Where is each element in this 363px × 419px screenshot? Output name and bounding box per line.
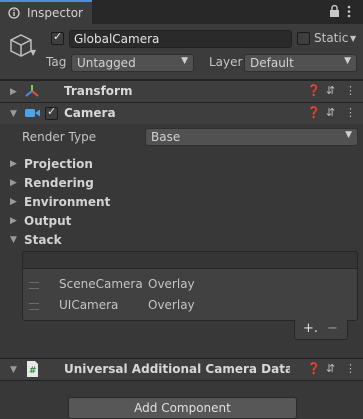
layer-label: Layer [209,55,243,69]
active-checkbox[interactable] [51,30,64,45]
divider [0,380,363,381]
tag-value: Untagged [77,56,136,70]
foldout-collapsed-icon: ▶ [10,197,17,207]
foldout-expanded-icon[interactable]: ▼ [10,109,17,119]
camera-stack-list-header [22,251,358,269]
help-icon[interactable]: ❓ [307,84,321,97]
add-component-button[interactable]: Add Component [68,397,297,419]
camera-icon [25,109,40,117]
section-title: Stack [24,233,62,247]
object-header: ▼ GlobalCamera Static ▼ Tag Untagged ▼ L… [0,24,363,80]
section-stack[interactable]: ▼ Stack [0,231,363,250]
stack-camera-type: Overlay [148,298,195,312]
stack-list-item[interactable]: UICamera Overlay [23,296,357,316]
svg-text:#: # [29,366,37,376]
stack-list-item[interactable]: SceneCamera Overlay [23,275,357,295]
static-checkbox[interactable] [297,32,310,45]
object-name-value: GlobalCamera [74,32,160,46]
render-type-dropdown[interactable]: Base ▼ [145,128,358,146]
info-icon [8,7,20,19]
render-type-value: Base [151,130,181,144]
foldout-expanded-icon: ▼ [10,235,17,245]
drag-handle-icon[interactable] [29,282,39,289]
tag-label: Tag [46,55,67,69]
static-label: Static [314,31,349,45]
kebab-menu-icon[interactable] [347,5,351,18]
camera-enabled-checkbox[interactable] [45,105,58,120]
preset-sliders-icon[interactable]: ⇵ [326,84,335,97]
section-title: Projection [24,157,93,171]
stack-list-footer: +. − [294,320,348,340]
render-type-label: Render Type [22,130,97,144]
foldout-collapsed-icon: ▶ [10,216,17,226]
add-component-label: Add Component [134,401,231,415]
section-projection[interactable]: ▶ Projection [0,155,363,174]
drag-handle-icon[interactable] [29,303,39,310]
section-output[interactable]: ▶ Output [0,212,363,231]
foldout-collapsed-icon: ▶ [10,178,17,188]
layer-value: Default [250,56,294,70]
lock-icon[interactable] [329,5,340,18]
section-title: Environment [24,195,111,209]
component-menu-icon[interactable]: ⋮ [345,362,356,375]
foldout-expanded-icon[interactable]: ▼ [10,365,17,375]
transform-title: Transform [64,84,133,98]
foldout-collapsed-icon: ▶ [10,159,17,169]
preset-sliders-icon[interactable]: ⇵ [326,106,335,119]
transform-component-header[interactable]: ▶ Transform ❓ ⇵ ⋮ [0,80,363,102]
chevron-down-icon: ▼ [181,56,188,66]
tab-inspector[interactable]: Inspector [0,0,92,24]
camera-title: Camera [64,106,116,120]
section-title: Rendering [24,176,94,190]
transform-axes-icon [25,85,39,97]
stack-camera-name: SceneCamera [59,277,143,291]
tag-dropdown[interactable]: Untagged ▼ [71,54,194,72]
chevron-down-icon: ▼ [345,130,352,140]
chevron-down-icon: ▼ [344,56,351,66]
layer-dropdown[interactable]: Default ▼ [244,54,357,72]
icon-dropdown-caret-icon[interactable]: ▼ [30,48,36,57]
stack-camera-name: UICamera [59,298,119,312]
component-menu-icon[interactable]: ⋮ [345,106,356,119]
component-menu-icon[interactable]: ⋮ [345,84,356,97]
remove-stack-camera-button[interactable]: − [327,321,338,336]
section-title: Output [24,214,72,228]
add-stack-camera-button[interactable]: +. [303,321,318,336]
section-rendering[interactable]: ▶ Rendering [0,174,363,193]
tab-bar: Inspector [0,0,363,24]
help-icon[interactable]: ❓ [307,362,321,375]
foldout-collapsed-icon[interactable]: ▶ [10,87,17,97]
stack-camera-type: Overlay [148,277,195,291]
section-environment[interactable]: ▶ Environment [0,193,363,212]
csharp-script-icon: # [27,361,38,377]
static-dropdown-caret-icon[interactable]: ▼ [350,34,356,43]
preset-sliders-icon[interactable]: ⇵ [326,362,335,375]
object-name-field[interactable]: GlobalCamera [69,30,292,48]
tab-label: Inspector [27,6,83,20]
additional-camera-data-header[interactable]: ▼ # Universal Additional Camera Data (Sc… [0,358,363,380]
help-icon[interactable]: ❓ [307,106,321,119]
camera-component-header[interactable]: ▼ Camera ❓ ⇵ ⋮ [0,102,363,124]
